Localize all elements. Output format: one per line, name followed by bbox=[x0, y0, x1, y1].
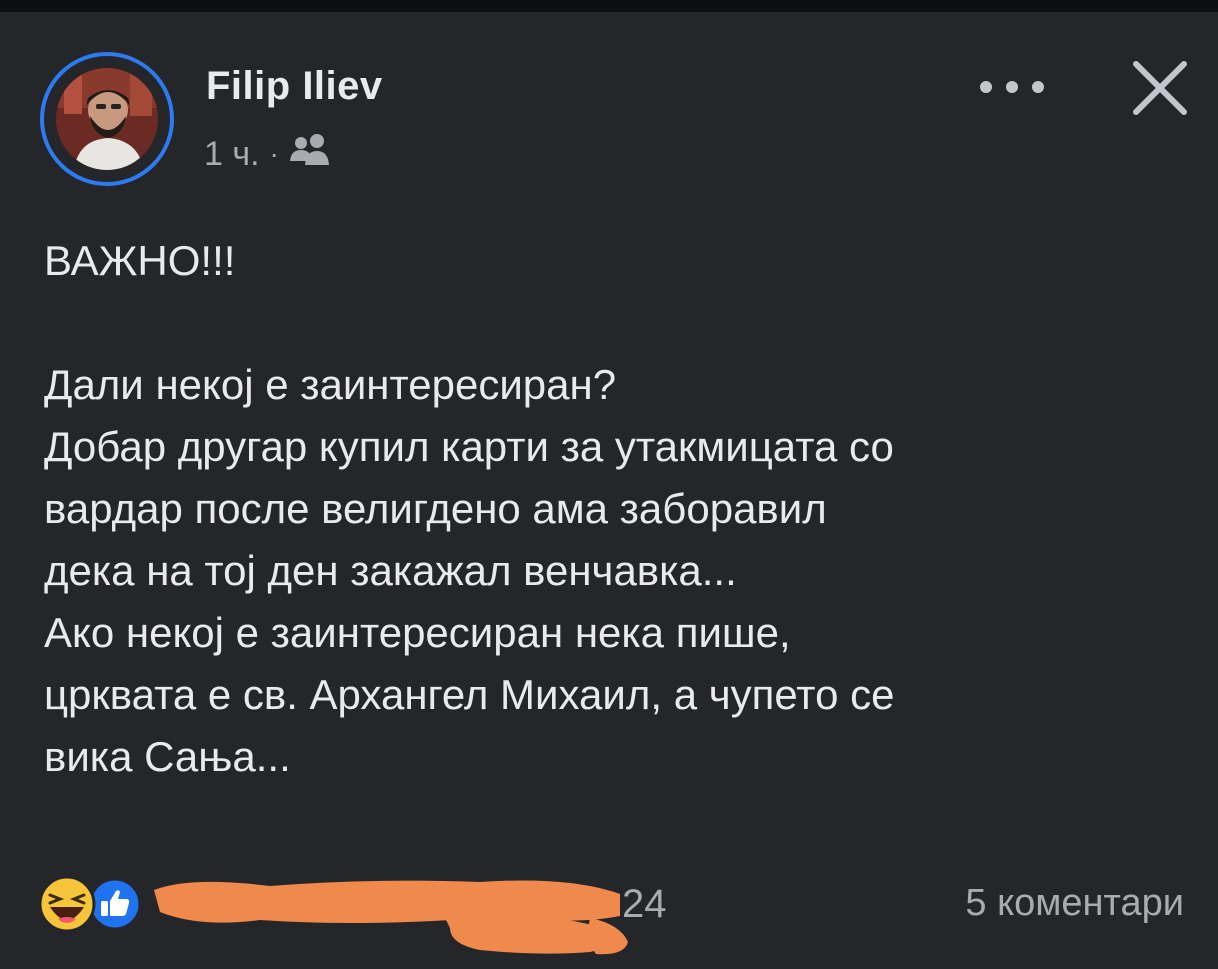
reactions-summary[interactable] bbox=[38, 874, 142, 934]
redacted-names bbox=[150, 868, 670, 964]
post-line: вардар после велигдено ама заборавил bbox=[44, 485, 827, 532]
haha-icon bbox=[38, 875, 96, 933]
post-line: дека на тој ден закажал венчавка... bbox=[44, 547, 737, 594]
post-line: Добар другар купил карти за утакмицата с… bbox=[44, 423, 894, 470]
avatar[interactable] bbox=[40, 52, 174, 186]
like-icon bbox=[88, 877, 142, 931]
post-card: Filip Iliev 1 ч. · ВАЖНО!!! Дали некој е… bbox=[0, 12, 1218, 968]
avatar-photo bbox=[56, 68, 158, 170]
status-strip bbox=[0, 0, 1218, 12]
post-meta: 1 ч. · bbox=[204, 132, 329, 176]
post-time[interactable]: 1 ч. bbox=[204, 135, 260, 174]
comments-link[interactable]: 5 коментари bbox=[965, 882, 1184, 925]
post-line: Дали некој е заинтересиран? bbox=[44, 361, 617, 408]
post-line: вика Сања... bbox=[44, 733, 291, 780]
group-icon bbox=[289, 133, 329, 176]
post-body: ВАЖНО!!! Дали некој е заинтересиран? Доб… bbox=[44, 230, 1194, 788]
post-line: Ако некој е заинтересиран нека пише, bbox=[44, 609, 791, 656]
more-options-icon[interactable] bbox=[980, 72, 1044, 102]
post-heading: ВАЖНО!!! bbox=[44, 237, 236, 284]
author-name[interactable]: Filip Iliev bbox=[206, 64, 383, 109]
reaction-count[interactable]: 24 bbox=[622, 882, 667, 927]
meta-separator: · bbox=[269, 138, 279, 169]
post-line: црквата е св. Архангел Михаил, а чупето … bbox=[44, 671, 895, 718]
close-icon[interactable] bbox=[1128, 56, 1192, 120]
